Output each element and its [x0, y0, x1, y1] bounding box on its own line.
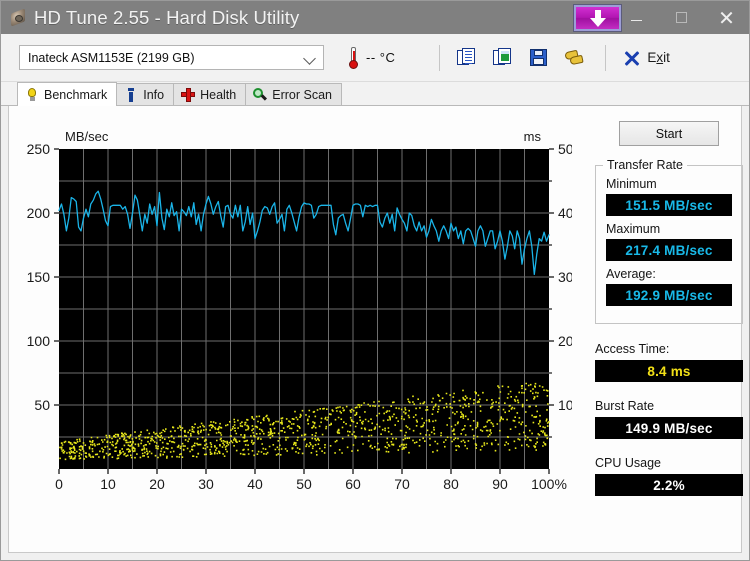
- transfer-rate-group-label: Transfer Rate: [603, 158, 687, 172]
- lightbulb-icon: [25, 87, 39, 102]
- access-time-label: Access Time:: [595, 342, 670, 356]
- svg-text:100%: 100%: [531, 476, 567, 492]
- chevron-down-icon: [303, 52, 316, 65]
- copy-text-icon[interactable]: [457, 48, 477, 67]
- svg-text:MB/sec: MB/sec: [65, 129, 109, 144]
- benchmark-chart: MB/sec ms 50 100 150 200 250 10 20 30 40 50 0 10 20 30 4…: [17, 111, 572, 511]
- floppy-disk-icon[interactable]: [529, 48, 549, 67]
- svg-text:ms: ms: [524, 129, 542, 144]
- toolbar-divider-2: [605, 44, 607, 71]
- svg-text:30: 30: [558, 269, 572, 285]
- svg-text:20: 20: [558, 333, 572, 349]
- average-label: Average:: [606, 267, 656, 281]
- svg-text:40: 40: [558, 205, 572, 221]
- maximize-button[interactable]: [659, 1, 704, 34]
- svg-text:40: 40: [247, 476, 263, 492]
- svg-text:50: 50: [34, 397, 50, 413]
- tab-benchmark-label: Benchmark: [44, 87, 108, 102]
- window-title: HD Tune 2.55 - Hard Disk Utility: [34, 6, 300, 28]
- svg-text:100: 100: [27, 333, 51, 349]
- benchmark-panel: MB/sec ms 50 100 150 200 250 10 20 30 40 50 0 10 20 30 4…: [8, 106, 743, 553]
- window-controls: ✕: [614, 1, 749, 34]
- tab-benchmark[interactable]: Benchmark: [17, 82, 118, 106]
- results-panel: Start Transfer Rate Minimum 151.5 MB/sec…: [595, 121, 743, 513]
- burst-rate-label: Burst Rate: [595, 399, 655, 413]
- title-bar: HD Tune 2.55 - Hard Disk Utility ✕: [1, 1, 749, 34]
- tab-info[interactable]: Info: [116, 83, 175, 105]
- temperature-indicator: -- °C: [348, 46, 396, 69]
- average-value: 192.9 MB/sec: [606, 284, 732, 306]
- copy-image-icon[interactable]: [493, 48, 513, 67]
- minimum-label: Minimum: [606, 177, 657, 191]
- svg-text:70: 70: [394, 476, 410, 492]
- svg-text:50: 50: [296, 476, 312, 492]
- maximum-label: Maximum: [606, 222, 661, 236]
- access-time-value: 8.4 ms: [595, 360, 743, 382]
- cpu-usage-value: 2.2%: [595, 474, 743, 496]
- svg-text:20: 20: [149, 476, 165, 492]
- svg-text:30: 30: [198, 476, 214, 492]
- svg-text:80: 80: [443, 476, 459, 492]
- thermometer-icon: [348, 46, 359, 69]
- toolbar: Inateck ASM1153E (2199 GB) -- °C Exit: [1, 34, 749, 82]
- svg-text:50: 50: [558, 141, 572, 157]
- tab-error-scan-label: Error Scan: [272, 87, 332, 102]
- hd-tune-window: HD Tune 2.55 - Hard Disk Utility ✕ Inate…: [0, 0, 750, 561]
- close-button[interactable]: ✕: [704, 1, 749, 34]
- access-time-block: Access Time: 8.4 ms: [595, 342, 743, 382]
- drive-select[interactable]: Inateck ASM1153E (2199 GB): [19, 45, 324, 70]
- start-button[interactable]: Start: [619, 121, 719, 146]
- tab-health-label: Health: [200, 87, 237, 102]
- svg-text:200: 200: [27, 205, 51, 221]
- tab-health[interactable]: Health: [173, 83, 247, 105]
- tab-strip: Benchmark Info Health Error Scan: [1, 82, 749, 106]
- cpu-usage-block: CPU Usage 2.2%: [595, 456, 743, 496]
- exit-button[interactable]: Exit: [605, 44, 670, 71]
- hard-disk-icon: [10, 8, 27, 27]
- minimum-value: 151.5 MB/sec: [606, 194, 732, 216]
- tab-error-scan[interactable]: Error Scan: [245, 83, 342, 105]
- burst-rate-value: 149.9 MB/sec: [595, 417, 743, 439]
- tab-info-label: Info: [143, 87, 165, 102]
- magnifier-icon: [253, 87, 268, 102]
- cpu-usage-label: CPU Usage: [595, 456, 661, 470]
- red-cross-icon: [181, 87, 196, 102]
- info-icon: [124, 87, 138, 102]
- svg-text:10: 10: [100, 476, 116, 492]
- close-icon: ✕: [718, 5, 735, 30]
- svg-text:10: 10: [558, 397, 572, 413]
- benchmark-chart-svg: MB/sec ms 50 100 150 200 250 10 20 30 40 50 0 10 20 30 4…: [27, 129, 572, 492]
- svg-text:90: 90: [492, 476, 508, 492]
- svg-text:0: 0: [55, 476, 63, 492]
- x-icon: [624, 50, 640, 66]
- boots-icon[interactable]: [564, 48, 585, 67]
- exit-label: Exit: [647, 50, 670, 65]
- temperature-value: -- °C: [366, 50, 396, 65]
- toolbar-buttons: [457, 48, 585, 67]
- toolbar-divider: [439, 44, 441, 71]
- transfer-rate-group: Transfer Rate Minimum 151.5 MB/sec Maxim…: [595, 158, 743, 324]
- svg-text:150: 150: [27, 269, 51, 285]
- download-arrow-icon[interactable]: [574, 5, 621, 31]
- svg-text:250: 250: [27, 141, 51, 157]
- svg-text:60: 60: [345, 476, 361, 492]
- maximum-value: 217.4 MB/sec: [606, 239, 732, 261]
- burst-rate-block: Burst Rate 149.9 MB/sec: [595, 399, 743, 439]
- drive-select-value: Inateck ASM1153E (2199 GB): [28, 50, 195, 65]
